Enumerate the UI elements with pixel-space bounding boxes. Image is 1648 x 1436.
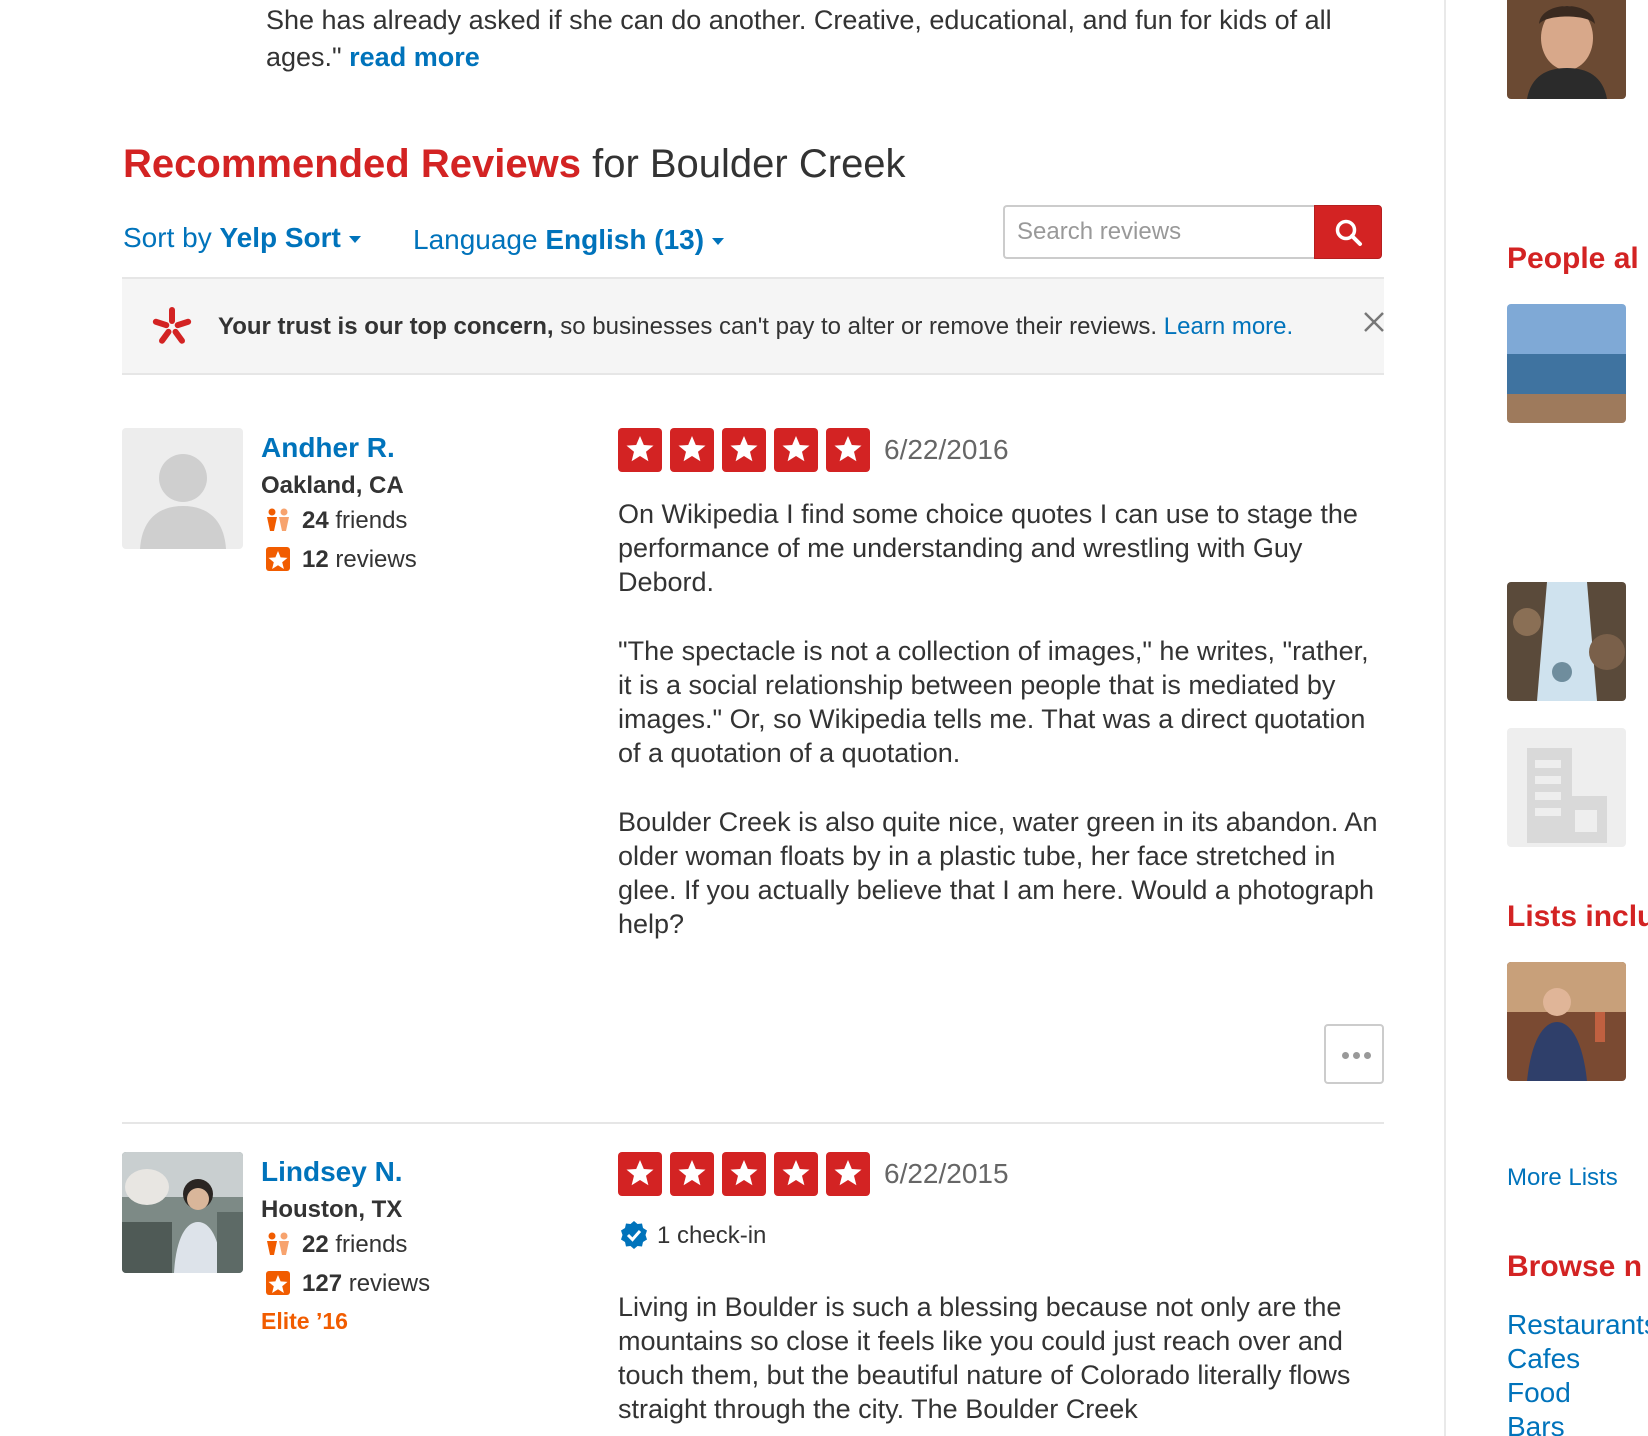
trust-text: so businesses can't pay to alter or remo… bbox=[560, 313, 1158, 340]
sort-value: Yelp Sort bbox=[219, 222, 341, 253]
friends-icon bbox=[267, 508, 289, 531]
trust-bold: Your trust is our top concern, bbox=[218, 313, 554, 340]
user-photo bbox=[122, 1152, 243, 1273]
read-more-link[interactable]: read more bbox=[349, 42, 480, 72]
review-star-icon bbox=[266, 547, 290, 571]
place-thumbnail[interactable] bbox=[1507, 304, 1626, 423]
reviews-number: 127 bbox=[302, 1270, 343, 1297]
star-icon bbox=[670, 1152, 714, 1196]
reviews-label: reviews bbox=[335, 546, 417, 573]
more-lists-link[interactable]: More Lists bbox=[1507, 1164, 1618, 1192]
star-icon bbox=[618, 428, 662, 472]
browse-links: Restaurants Cafes Food Bars bbox=[1507, 1308, 1648, 1436]
lists-heading: Lists inclu bbox=[1507, 900, 1648, 933]
star-icon bbox=[774, 428, 818, 472]
star-rating bbox=[618, 1152, 870, 1196]
review-count: 12 reviews bbox=[264, 546, 417, 574]
review-paragraph: On Wikipedia I find some choice quotes I… bbox=[618, 499, 1358, 597]
review-paragraph: Living in Boulder is such a blessing bec… bbox=[618, 1292, 1351, 1424]
friend-count: 22 friends bbox=[264, 1231, 407, 1259]
browse-link-food[interactable]: Food bbox=[1507, 1376, 1648, 1410]
friends-number: 24 bbox=[302, 507, 329, 534]
user-location: Oakland, CA bbox=[261, 472, 404, 499]
language-value: English (13) bbox=[545, 224, 705, 255]
trust-banner: Your trust is our top concern, so busine… bbox=[122, 277, 1384, 375]
star-icon bbox=[618, 1152, 662, 1196]
right-sidebar: People al Lists inclu More Lists Browse … bbox=[1446, 0, 1648, 1436]
creek-photo bbox=[1507, 582, 1626, 701]
learn-more-link[interactable]: Learn more. bbox=[1164, 313, 1293, 340]
review-count: 127 reviews bbox=[264, 1270, 430, 1298]
list-thumbnail[interactable] bbox=[1507, 962, 1626, 1081]
browse-link-cafes[interactable]: Cafes bbox=[1507, 1342, 1648, 1376]
review-date: 6/22/2015 bbox=[884, 1158, 1009, 1189]
caret-down-icon bbox=[712, 238, 725, 246]
review-paragraph: Boulder Creek is also quite nice, water … bbox=[618, 807, 1378, 939]
place-thumbnail[interactable] bbox=[1507, 582, 1626, 701]
star-icon bbox=[826, 1152, 870, 1196]
review-divider bbox=[122, 1122, 1384, 1124]
list-photo bbox=[1507, 962, 1626, 1081]
search-button[interactable] bbox=[1314, 205, 1382, 259]
review-snippet: She has already asked if she can do anot… bbox=[266, 2, 1396, 76]
title-business: for Boulder Creek bbox=[592, 142, 906, 186]
user-location: Houston, TX bbox=[261, 1196, 403, 1223]
sort-prefix: Sort by bbox=[123, 222, 212, 253]
search-icon bbox=[1335, 219, 1362, 246]
checkin-count: 1 check-in bbox=[619, 1220, 766, 1250]
star-icon bbox=[722, 1152, 766, 1196]
friends-icon bbox=[267, 1232, 289, 1255]
star-icon bbox=[722, 428, 766, 472]
review-text: Living in Boulder is such a blessing bec… bbox=[618, 1290, 1378, 1436]
dot-icon bbox=[1364, 1052, 1371, 1059]
star-icon bbox=[670, 428, 714, 472]
language-prefix: Language bbox=[413, 224, 538, 255]
default-user-icon bbox=[140, 454, 226, 549]
checkin-text: 1 check-in bbox=[657, 1222, 767, 1249]
verified-checkin-icon bbox=[621, 1221, 647, 1249]
friends-label: friends bbox=[335, 507, 408, 534]
friend-count: 24 friends bbox=[264, 507, 407, 535]
avatar[interactable] bbox=[122, 428, 243, 549]
title-highlight: Recommended Reviews bbox=[123, 142, 581, 186]
browse-link-restaurants[interactable]: Restaurants bbox=[1507, 1308, 1648, 1342]
trust-message: Your trust is our top concern, so busine… bbox=[218, 313, 1293, 341]
lake-photo bbox=[1507, 304, 1626, 423]
people-heading: People al bbox=[1507, 242, 1639, 275]
friends-number: 22 bbox=[302, 1231, 329, 1258]
reviews-number: 12 bbox=[302, 546, 329, 573]
place-thumbnail[interactable] bbox=[1507, 728, 1626, 847]
language-dropdown[interactable]: Language English (13) bbox=[413, 224, 725, 256]
reviews-label: reviews bbox=[348, 1270, 431, 1297]
review-item: Andher R. Oakland, CA 24 friends 12 revi… bbox=[122, 428, 1384, 1088]
caret-down-icon bbox=[348, 236, 361, 244]
building-placeholder-icon bbox=[1527, 748, 1607, 843]
review-date: 6/22/2016 bbox=[884, 434, 1009, 465]
search-reviews-input[interactable] bbox=[1003, 205, 1315, 259]
star-icon bbox=[774, 1152, 818, 1196]
main-column: She has already asked if she can do anot… bbox=[0, 0, 1444, 1436]
person-photo bbox=[1507, 0, 1626, 99]
star-icon bbox=[826, 428, 870, 472]
friends-label: friends bbox=[335, 1231, 408, 1258]
star-rating bbox=[618, 428, 870, 472]
dot-icon bbox=[1353, 1052, 1360, 1059]
review-paragraph: "The spectacle is not a collection of im… bbox=[618, 636, 1369, 768]
user-name[interactable]: Andher R. bbox=[261, 432, 395, 464]
page-title: Recommended Reviews for Boulder Creek bbox=[123, 142, 906, 187]
review-item: Lindsey N. Houston, TX 22 friends 127 re… bbox=[122, 1152, 1384, 1436]
elite-badge[interactable]: Elite ’16 bbox=[261, 1308, 348, 1335]
review-text: On Wikipedia I find some choice quotes I… bbox=[618, 497, 1378, 976]
avatar[interactable] bbox=[122, 1152, 243, 1273]
person-thumbnail[interactable] bbox=[1507, 0, 1626, 99]
yelp-burst-icon bbox=[152, 307, 192, 344]
dot-icon bbox=[1342, 1052, 1349, 1059]
close-icon[interactable] bbox=[1359, 307, 1389, 337]
sort-dropdown[interactable]: Sort by Yelp Sort bbox=[123, 222, 361, 254]
review-star-icon bbox=[266, 1271, 290, 1295]
browse-heading: Browse n bbox=[1507, 1250, 1643, 1283]
more-options-button[interactable] bbox=[1324, 1024, 1384, 1084]
user-name[interactable]: Lindsey N. bbox=[261, 1156, 403, 1188]
browse-link-bars[interactable]: Bars bbox=[1507, 1410, 1648, 1436]
